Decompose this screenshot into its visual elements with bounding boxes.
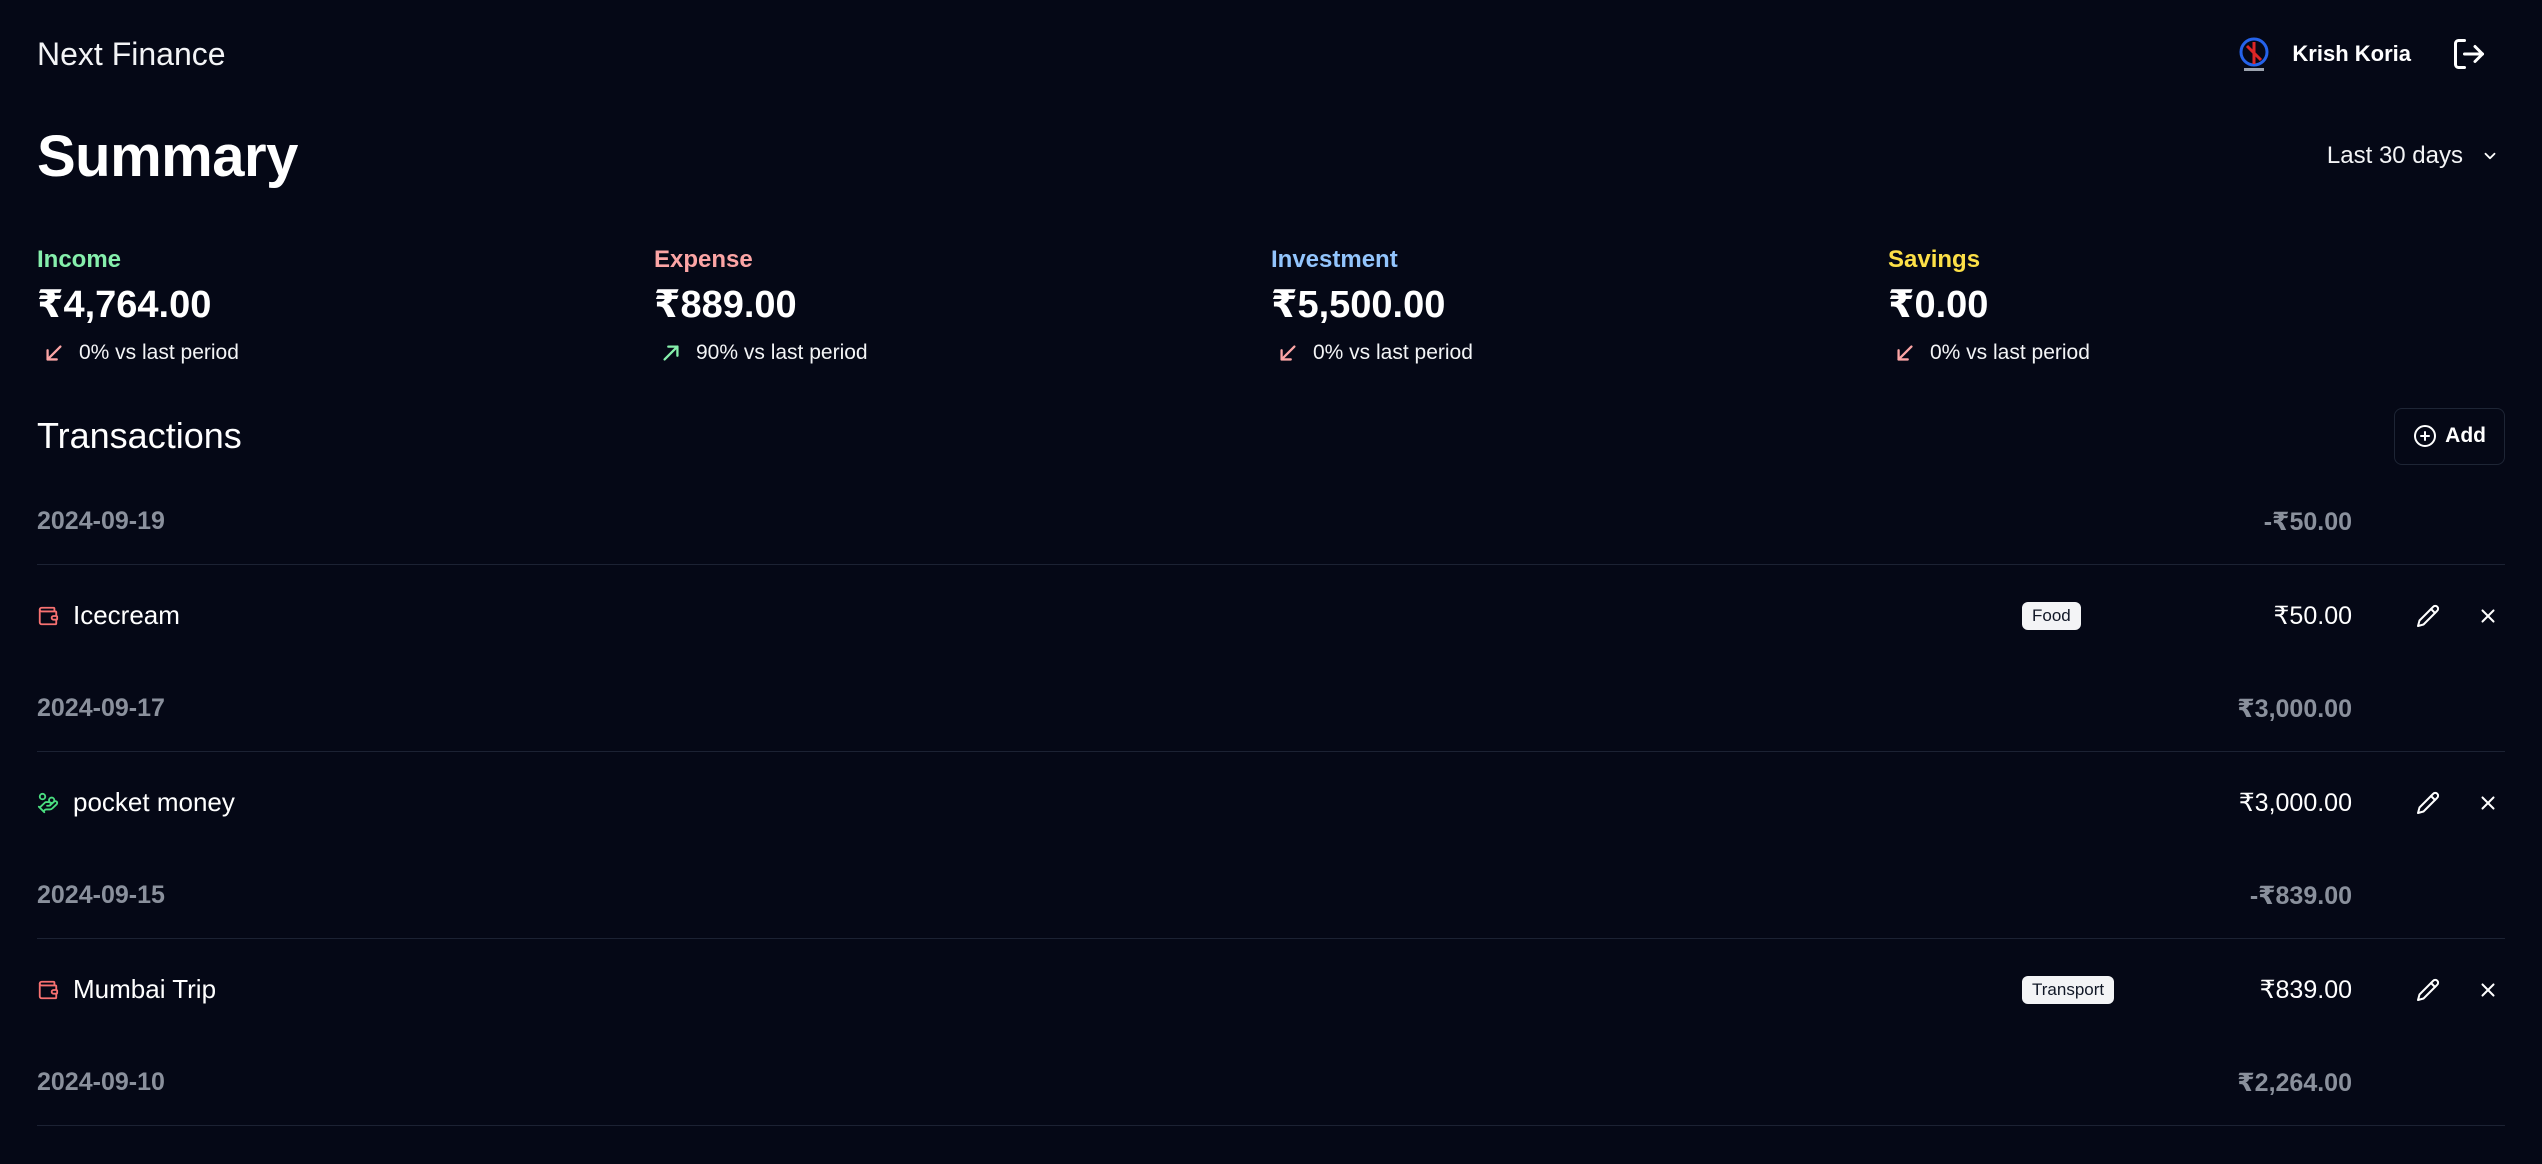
transaction-name: Icecream bbox=[73, 600, 180, 630]
pencil-icon bbox=[2417, 978, 2440, 1001]
stat-label: Income bbox=[37, 246, 122, 273]
stat-change-text: 90% vs last period bbox=[696, 341, 868, 364]
stat-label: Investment bbox=[1271, 246, 1398, 273]
trend-up-icon bbox=[663, 345, 679, 361]
stat-change: 0% vs last period bbox=[1888, 341, 2505, 365]
logout-button[interactable] bbox=[2449, 34, 2489, 74]
summary-section: Summary Last 30 days Income ₹4,764.00 0%… bbox=[37, 106, 2505, 365]
wallet-icon bbox=[37, 605, 59, 627]
user-menu: Krish Koria bbox=[2232, 32, 2505, 76]
transaction-row[interactable]: Icecream Food ₹50.00 bbox=[37, 565, 2505, 666]
trend-down-icon bbox=[46, 345, 62, 361]
edit-button[interactable] bbox=[2411, 599, 2445, 633]
stat-label: Savings bbox=[1888, 246, 1981, 273]
summary-header: Summary Last 30 days bbox=[37, 106, 2505, 206]
stat-income: Income ₹4,764.00 0% vs last period bbox=[37, 246, 654, 365]
group-total: -₹50.00 bbox=[2263, 507, 2352, 536]
group-total: -₹839.00 bbox=[2249, 881, 2352, 910]
stat-change: 0% vs last period bbox=[1271, 341, 1888, 365]
add-button-label: Add bbox=[2445, 424, 2486, 447]
group-date: 2024-09-17 bbox=[37, 694, 165, 722]
transactions-section: Transactions Add 2024-09-19 -₹50.00 Icec… bbox=[37, 407, 2505, 1126]
brand-name[interactable]: Next Finance bbox=[37, 36, 226, 73]
delete-button[interactable] bbox=[2471, 599, 2505, 633]
close-icon bbox=[2481, 982, 2495, 997]
trend-down-icon bbox=[1897, 345, 1913, 361]
stat-change-text: 0% vs last period bbox=[1313, 341, 1473, 364]
date-group-header: 2024-09-15 -₹839.00 bbox=[37, 853, 2505, 939]
group-date: 2024-09-10 bbox=[37, 1068, 165, 1096]
stats-grid: Income ₹4,764.00 0% vs last period Expen… bbox=[37, 246, 2505, 365]
date-range-label: Last 30 days bbox=[2326, 142, 2463, 169]
close-icon bbox=[2481, 795, 2495, 810]
transaction-amount: ₹50.00 bbox=[2273, 601, 2352, 630]
top-bar: Next Finance Krish Koria bbox=[37, 0, 2505, 108]
group-total: ₹2,264.00 bbox=[2237, 1068, 2352, 1097]
wallet-icon bbox=[37, 979, 59, 1001]
chevron-down-icon bbox=[2484, 152, 2496, 160]
category-badge: Transport bbox=[2022, 975, 2115, 1004]
stat-change-text: 0% vs last period bbox=[1930, 341, 2090, 364]
group-date: 2024-09-15 bbox=[37, 881, 165, 909]
transaction-name: Mumbai Trip bbox=[73, 974, 217, 1004]
stat-value: ₹889.00 bbox=[654, 284, 797, 326]
pencil-icon bbox=[2417, 604, 2440, 627]
stat-investment: Investment ₹5,500.00 0% vs last period bbox=[1271, 246, 1888, 365]
stat-label: Expense bbox=[654, 246, 753, 273]
date-group-header: 2024-09-17 ₹3,000.00 bbox=[37, 666, 2505, 752]
row-actions bbox=[2411, 973, 2505, 1007]
app-root: Next Finance Krish Koria Summary Last 30… bbox=[0, 0, 2542, 1164]
group-date: 2024-09-19 bbox=[37, 507, 165, 535]
row-actions bbox=[2411, 599, 2505, 633]
stat-change-text: 0% vs last period bbox=[79, 341, 239, 364]
transactions-list: 2024-09-19 -₹50.00 Icecream Food ₹50.00 bbox=[37, 479, 2505, 1126]
pencil-icon bbox=[2417, 791, 2440, 814]
stat-value: ₹5,500.00 bbox=[1271, 284, 1446, 326]
income-icon bbox=[37, 792, 59, 814]
stat-value: ₹0.00 bbox=[1888, 284, 1989, 326]
logout-icon bbox=[2454, 39, 2484, 69]
category-badge: Food bbox=[2022, 601, 2081, 630]
close-icon bbox=[2481, 608, 2495, 623]
transactions-title: Transactions bbox=[37, 415, 242, 456]
transaction-name: pocket money bbox=[73, 787, 235, 817]
edit-button[interactable] bbox=[2411, 973, 2445, 1007]
date-group-header: 2024-09-10 ₹2,264.00 bbox=[37, 1040, 2505, 1126]
stat-value: ₹4,764.00 bbox=[37, 284, 212, 326]
page-title: Summary bbox=[37, 123, 298, 189]
delete-button[interactable] bbox=[2471, 786, 2505, 820]
stat-change: 90% vs last period bbox=[654, 341, 1271, 365]
stat-change: 0% vs last period bbox=[37, 341, 654, 365]
transaction-amount: ₹839.00 bbox=[2259, 975, 2352, 1004]
stat-savings: Savings ₹0.00 0% vs last period bbox=[1888, 246, 2505, 365]
date-group-header: 2024-09-19 -₹50.00 bbox=[37, 479, 2505, 565]
stat-expense: Expense ₹889.00 90% vs last period bbox=[654, 246, 1271, 365]
transaction-row[interactable]: pocket money ₹3,000.00 bbox=[37, 752, 2505, 853]
add-transaction-button[interactable]: Add bbox=[2394, 407, 2505, 465]
date-range-select[interactable]: Last 30 days bbox=[2327, 142, 2505, 170]
row-actions bbox=[2411, 786, 2505, 820]
avatar[interactable] bbox=[2232, 32, 2277, 76]
plus-circle-icon bbox=[2414, 425, 2437, 447]
transactions-header: Transactions Add bbox=[37, 407, 2505, 465]
delete-button[interactable] bbox=[2471, 973, 2505, 1007]
user-name: Krish Koria bbox=[2292, 41, 2411, 66]
transaction-row[interactable]: Mumbai Trip Transport ₹839.00 bbox=[37, 939, 2505, 1040]
trend-down-icon bbox=[1280, 345, 1296, 361]
group-total: ₹3,000.00 bbox=[2237, 694, 2352, 723]
transaction-amount: ₹3,000.00 bbox=[2238, 788, 2352, 817]
edit-button[interactable] bbox=[2411, 786, 2445, 820]
